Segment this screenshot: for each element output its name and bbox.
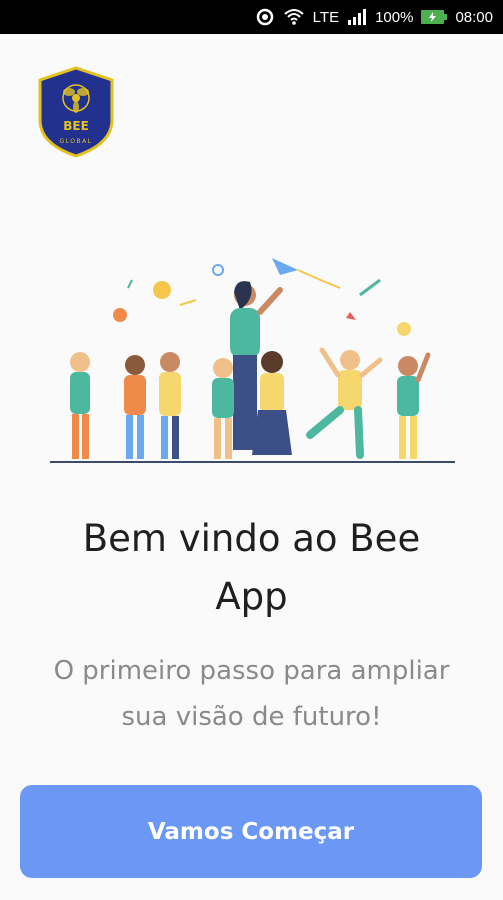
battery-percent: 100% <box>375 8 414 26</box>
status-bar: LTE 100% 08:00 <box>0 0 503 34</box>
network-type: LTE <box>312 8 340 26</box>
welcome-title-line1: Bem vindo ao Bee <box>82 517 421 560</box>
bee-global-logo: BEE GLOBAL <box>36 66 116 158</box>
paper-plane-icon <box>272 258 298 275</box>
teacher-with-children-illustration <box>40 250 465 475</box>
wifi-icon <box>283 8 305 26</box>
welcome-title: Bem vindo ao Bee App <box>0 510 503 626</box>
logo-bottom-text: GLOBAL <box>59 138 92 145</box>
battery-icon <box>421 9 448 25</box>
start-button[interactable]: Vamos Começar <box>20 785 482 878</box>
logo-top-text: BEE <box>63 119 89 133</box>
welcome-subtitle: O primeiro passo para ampliar sua visão … <box>0 648 503 740</box>
clock: 08:00 <box>455 8 493 26</box>
welcome-subtitle-line2: sua visão de futuro! <box>121 702 382 732</box>
sun-icon <box>153 281 171 299</box>
signal-icon <box>347 9 367 25</box>
welcome-title-line2: App <box>215 575 288 618</box>
sync-icon <box>255 7 275 27</box>
welcome-subtitle-line1: O primeiro passo para ampliar <box>53 656 450 686</box>
